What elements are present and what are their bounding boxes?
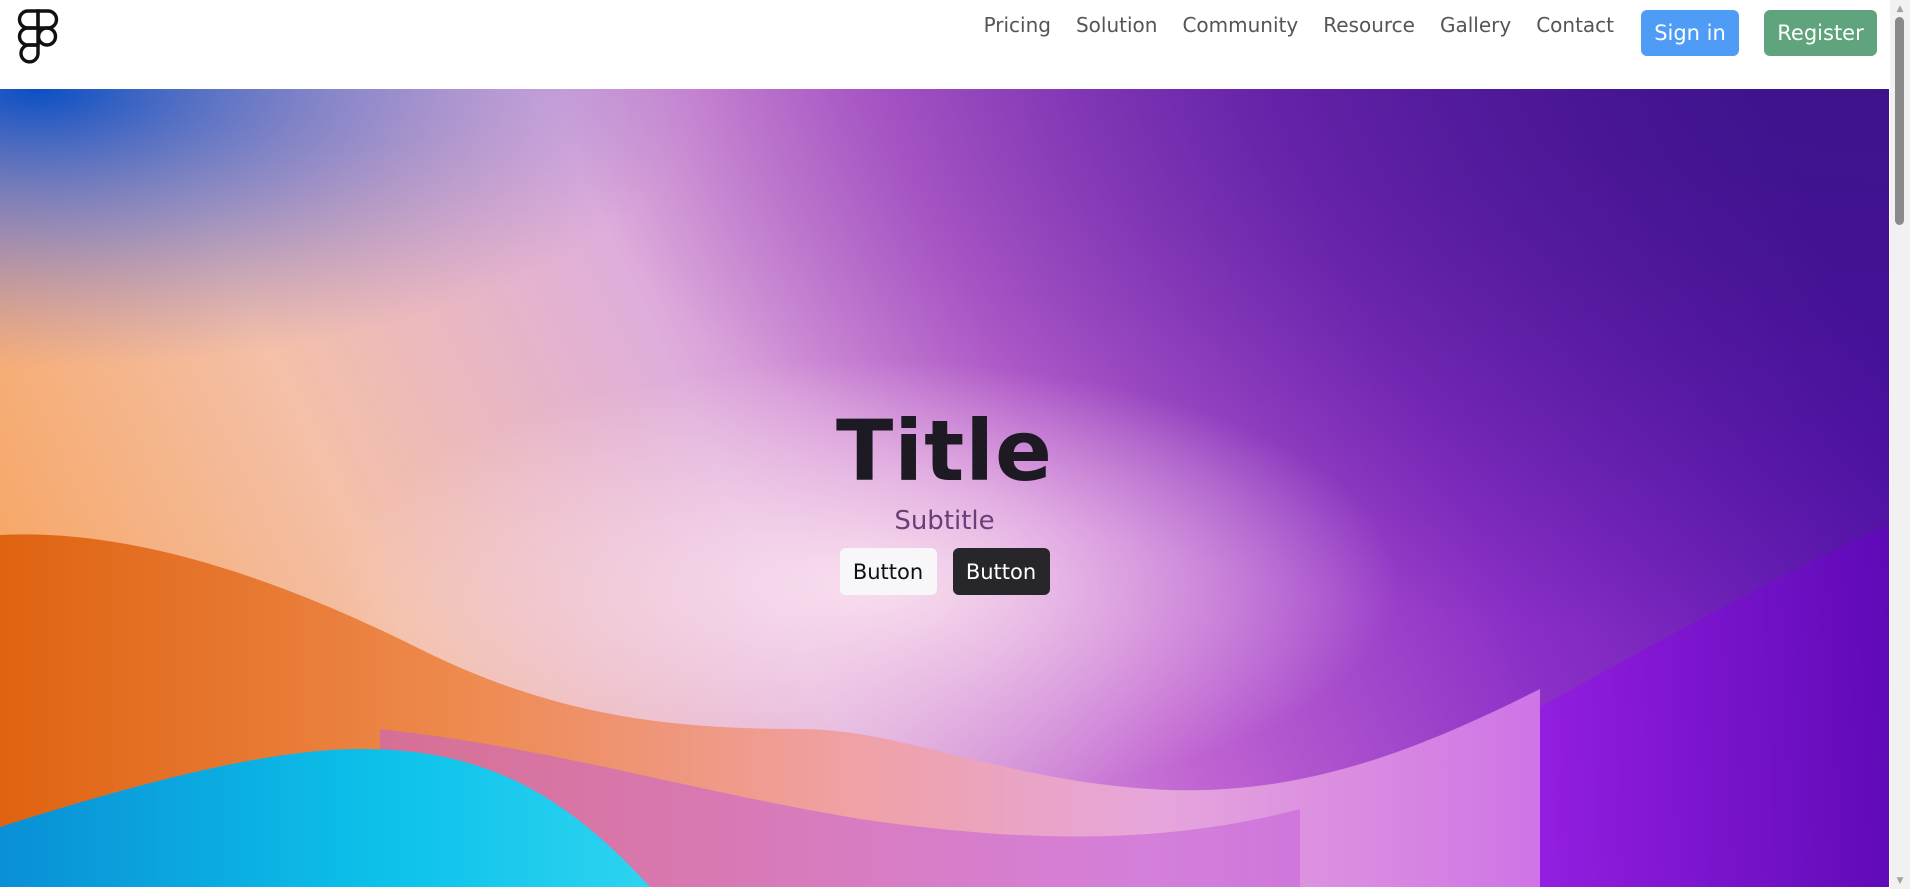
hero-subtitle: Subtitle bbox=[894, 506, 995, 536]
hero-primary-button[interactable]: Button bbox=[839, 548, 937, 595]
main-nav: Pricing Solution Community Resource Gall… bbox=[984, 12, 1614, 38]
nav-link-solution[interactable]: Solution bbox=[1076, 12, 1157, 38]
sign-in-button[interactable]: Sign in bbox=[1641, 10, 1739, 56]
nav-link-pricing[interactable]: Pricing bbox=[984, 12, 1051, 38]
hero-button-group: Button Button bbox=[0, 548, 1889, 595]
nav-link-community[interactable]: Community bbox=[1182, 12, 1298, 38]
nav-link-resource[interactable]: Resource bbox=[1323, 12, 1415, 38]
hero-section: Title Subtitle Button Button bbox=[0, 89, 1889, 887]
hero-title: Title bbox=[835, 402, 1053, 500]
scrollbar-thumb[interactable] bbox=[1895, 17, 1904, 225]
nav-link-contact[interactable]: Contact bbox=[1536, 12, 1614, 38]
chevron-up-icon[interactable]: ▲ bbox=[1890, 0, 1910, 17]
register-button[interactable]: Register bbox=[1764, 10, 1877, 56]
top-navbar: Pricing Solution Community Resource Gall… bbox=[0, 0, 1890, 89]
hero-secondary-button[interactable]: Button bbox=[952, 548, 1050, 595]
nav-link-gallery[interactable]: Gallery bbox=[1440, 12, 1511, 38]
figma-logo-icon[interactable] bbox=[17, 9, 59, 65]
page: Pricing Solution Community Resource Gall… bbox=[0, 0, 1910, 889]
vertical-scrollbar[interactable]: ▲ ▼ bbox=[1890, 0, 1910, 889]
chevron-down-icon[interactable]: ▼ bbox=[1890, 872, 1910, 889]
